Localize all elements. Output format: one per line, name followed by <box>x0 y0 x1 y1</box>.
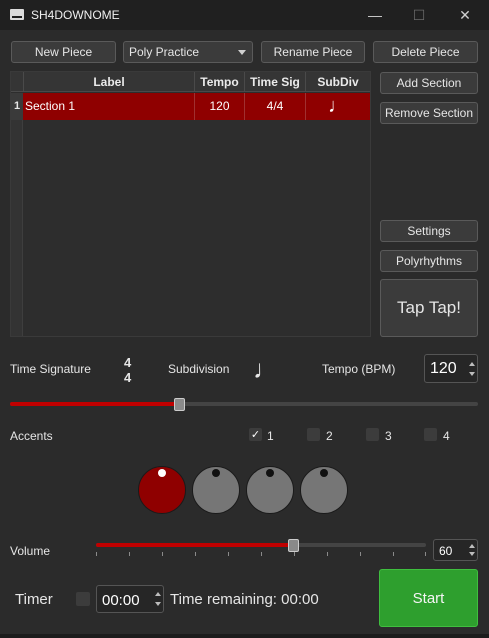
piece-select-value: Poly Practice <box>129 45 200 59</box>
add-section-button[interactable]: Add Section <box>380 72 478 94</box>
accent-number-1: 1 <box>267 429 274 443</box>
maximize-button[interactable]: ☐ <box>396 0 442 30</box>
time-remaining: Time remaining: 00:00 <box>170 591 319 608</box>
quarter-note-icon[interactable]: ♩ <box>253 354 279 385</box>
time-signature-bottom[interactable]: 4 <box>124 370 131 385</box>
cell-subdiv[interactable]: ♩ <box>305 93 370 120</box>
section-table[interactable]: Label Tempo Time Sig SubDiv 1 Section 1 … <box>10 71 371 337</box>
piece-select[interactable]: Poly Practice <box>123 41 253 63</box>
timer-value: 00:00 <box>102 592 140 609</box>
polyrhythms-button[interactable]: Polyrhythms <box>380 250 478 272</box>
volume-label: Volume <box>10 544 51 558</box>
spin-down-icon[interactable] <box>469 372 475 376</box>
start-button[interactable]: Start <box>379 569 478 627</box>
accents-label: Accents <box>10 429 53 443</box>
knob-indicator <box>320 469 328 477</box>
knob-indicator <box>158 469 166 477</box>
settings-button[interactable]: Settings <box>380 220 478 242</box>
time-signature-top[interactable]: 4 <box>124 355 131 370</box>
row-number[interactable]: 1 <box>11 93 23 120</box>
time-signature-label: Time Signature <box>10 362 91 376</box>
column-header-tempo[interactable]: Tempo <box>194 72 244 92</box>
spin-up-icon[interactable] <box>469 362 475 366</box>
beat-knob-2[interactable] <box>192 466 240 514</box>
chevron-down-icon <box>238 50 246 55</box>
tempo-spinbox[interactable]: 120 <box>424 354 478 383</box>
beat-knob-4[interactable] <box>300 466 348 514</box>
tempo-label: Tempo (BPM) <box>322 362 396 376</box>
table-header: Label Tempo Time Sig SubDiv <box>11 72 370 92</box>
cell-time-sig[interactable]: 4/4 <box>244 93 305 120</box>
table-row[interactable]: Section 1 120 4/4 ♩ <box>23 93 370 120</box>
timer-checkbox[interactable] <box>76 592 90 606</box>
beat-knob-3[interactable] <box>246 466 294 514</box>
accent-number-4: 4 <box>443 429 450 443</box>
tap-tempo-button[interactable]: Tap Tap! <box>380 279 478 337</box>
volume-value: 60 <box>439 544 453 558</box>
spin-down-icon[interactable] <box>155 602 161 606</box>
tempo-slider-handle[interactable] <box>174 398 185 411</box>
spin-up-icon[interactable] <box>155 592 161 596</box>
column-header-subdiv[interactable]: SubDiv <box>305 72 370 92</box>
app-icon <box>10 9 24 20</box>
beat-knob-1[interactable] <box>138 466 186 514</box>
accent-number-2: 2 <box>326 429 333 443</box>
knob-indicator <box>266 469 274 477</box>
tempo-value: 120 <box>430 360 457 377</box>
accent-checkbox-1[interactable]: ✓ <box>249 428 262 441</box>
spin-down-icon[interactable] <box>469 552 475 556</box>
subdivision-label: Subdivision <box>168 362 230 376</box>
volume-slider-fill <box>96 543 294 547</box>
title-bar: SH4DOWNOME — ☐ ✕ <box>0 0 489 30</box>
volume-spinbox[interactable]: 60 <box>433 539 478 561</box>
volume-slider-handle[interactable] <box>288 539 299 552</box>
accent-checkbox-4[interactable] <box>424 428 437 441</box>
spin-up-icon[interactable] <box>469 544 475 548</box>
delete-piece-button[interactable]: Delete Piece <box>373 41 478 63</box>
accent-checkbox-2[interactable] <box>307 428 320 441</box>
minimize-button[interactable]: — <box>352 0 398 30</box>
close-button[interactable]: ✕ <box>442 0 488 30</box>
bottom-edge <box>0 634 489 638</box>
remove-section-button[interactable]: Remove Section <box>380 102 478 124</box>
cell-label[interactable]: Section 1 <box>23 93 194 120</box>
window-title: SH4DOWNOME <box>31 8 120 22</box>
accent-checkbox-3[interactable] <box>366 428 379 441</box>
column-header-time-sig[interactable]: Time Sig <box>244 72 305 92</box>
rename-piece-button[interactable]: Rename Piece <box>261 41 365 63</box>
timer-spinbox[interactable]: 00:00 <box>96 585 164 613</box>
column-header-label[interactable]: Label <box>23 72 194 92</box>
row-header-column <box>11 120 23 336</box>
accent-number-3: 3 <box>385 429 392 443</box>
tempo-slider-fill <box>10 402 179 406</box>
cell-tempo[interactable]: 120 <box>194 93 244 120</box>
new-piece-button[interactable]: New Piece <box>11 41 116 63</box>
timer-label: Timer <box>15 591 53 608</box>
knob-indicator <box>212 469 220 477</box>
